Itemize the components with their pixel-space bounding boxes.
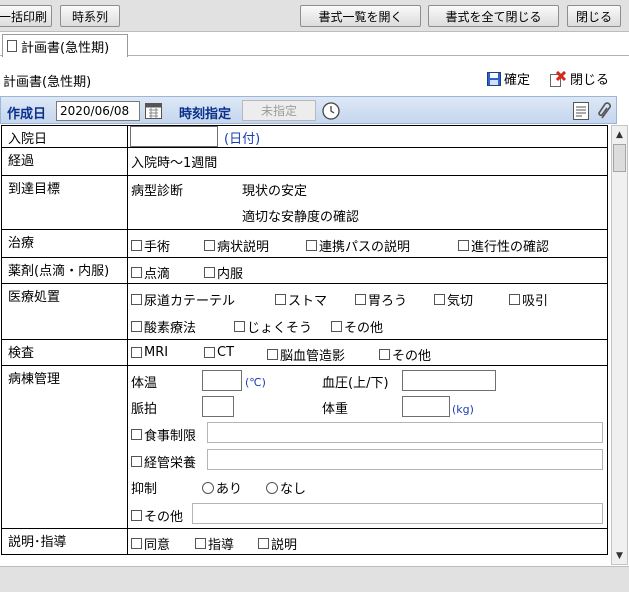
checkbox-explanation[interactable]: 説明 bbox=[258, 534, 297, 553]
row-admission: 入院日 (日付) bbox=[1, 126, 608, 148]
checkbox-guidance[interactable]: 指導 bbox=[195, 534, 234, 553]
treatment-label: 治療 bbox=[2, 230, 128, 257]
checkbox-condition-explain[interactable]: 病状説明 bbox=[204, 236, 269, 255]
checkbox-pressure-ulcer[interactable]: じょくそう bbox=[234, 317, 312, 336]
tab-bar: 計画書(急性期) bbox=[0, 32, 629, 57]
vertical-scrollbar[interactable]: ▲ ▼ bbox=[611, 125, 628, 565]
page-header: 計画書(急性期) 確定 閉じる bbox=[0, 57, 629, 95]
checkbox-suction[interactable]: 吸引 bbox=[509, 290, 548, 309]
checkbox-procedure-other[interactable]: その他 bbox=[331, 317, 383, 336]
tube-feeding-input[interactable] bbox=[207, 449, 603, 470]
created-date-input[interactable]: 2020/06/08 bbox=[56, 101, 140, 121]
top-toolbar: 一括印刷 時系列 書式一覧を開く 書式を全て閉じる 閉じる bbox=[0, 0, 629, 32]
checkbox-iv-drip[interactable]: 点滴 bbox=[131, 263, 170, 282]
blood-pressure-input[interactable] bbox=[402, 370, 496, 391]
temperature-unit: (℃) bbox=[245, 376, 266, 389]
checkbox-consent[interactable]: 同意 bbox=[131, 534, 170, 553]
goal-label: 到達目標 bbox=[2, 176, 128, 229]
goal-line-2: 適切な安静度の確認 bbox=[242, 210, 360, 225]
checkbox-exam-other[interactable]: その他 bbox=[379, 345, 431, 364]
close-all-forms-button[interactable]: 書式を全て閉じる bbox=[428, 5, 559, 27]
checkbox-tracheotomy[interactable]: 気切 bbox=[434, 290, 473, 309]
confirm-button[interactable]: 確定 bbox=[487, 69, 530, 88]
checkbox-ct[interactable]: CT bbox=[204, 345, 234, 360]
close-label: 閉じる bbox=[570, 73, 610, 88]
document-icon bbox=[7, 40, 17, 52]
page-title: 計画書(急性期) bbox=[3, 75, 92, 90]
checkbox-progress-check[interactable]: 進行性の確認 bbox=[458, 236, 549, 255]
exam-label: 検査 bbox=[2, 340, 128, 365]
pulse-label: 脈拍 bbox=[131, 402, 158, 417]
checkbox-tube-feeding[interactable]: 経管栄養 bbox=[131, 452, 196, 471]
date-suffix: (日付) bbox=[224, 132, 261, 147]
print-all-button[interactable]: 一括印刷 bbox=[0, 5, 52, 27]
row-exam: 検査 MRI CT 脳血管造影 その他 bbox=[1, 340, 608, 366]
save-icon bbox=[487, 71, 501, 86]
row-drug: 薬剤(点滴・内服) 点滴 内服 bbox=[1, 258, 608, 284]
checkbox-surgery[interactable]: 手術 bbox=[131, 236, 170, 255]
time-spec-label: 時刻指定 bbox=[179, 107, 232, 122]
notes-icon[interactable] bbox=[573, 102, 589, 120]
row-explanation: 説明･指導 同意 指導 説明 bbox=[1, 529, 608, 555]
blood-pressure-label: 血圧(上/下) bbox=[322, 376, 389, 391]
admission-label: 入院日 bbox=[2, 126, 128, 147]
checkbox-ward-other[interactable]: その他 bbox=[131, 506, 183, 525]
checkbox-angiography[interactable]: 脳血管造影 bbox=[267, 345, 345, 364]
tab-plan-acute[interactable]: 計画書(急性期) bbox=[2, 34, 128, 57]
checkbox-mri[interactable]: MRI bbox=[131, 345, 168, 360]
temperature-input[interactable] bbox=[202, 370, 242, 391]
row-treatment: 治療 手術 病状説明 連携パスの説明 進行性の確認 bbox=[1, 230, 608, 258]
ward-management-label: 病棟管理 bbox=[2, 366, 128, 528]
close-button[interactable]: 閉じる bbox=[567, 5, 621, 27]
checkbox-urinary-catheter[interactable]: 尿道カテーテル bbox=[131, 290, 235, 309]
checkbox-diet-restriction[interactable]: 食事制限 bbox=[131, 425, 196, 444]
checkbox-pathway-explain[interactable]: 連携パスの説明 bbox=[306, 236, 410, 255]
scroll-down-arrow-icon[interactable]: ▼ bbox=[612, 547, 627, 564]
temperature-label: 体温 bbox=[131, 376, 158, 391]
course-value: 入院時～1週間 bbox=[131, 156, 218, 171]
footer-bar bbox=[0, 566, 629, 592]
date-bar: 作成日 2020/06/08 時刻指定 未指定 bbox=[0, 96, 617, 124]
row-goal: 到達目標 病型診断 現状の安定 適切な安静度の確認 bbox=[1, 176, 608, 230]
row-course: 経過 入院時～1週間 bbox=[1, 148, 608, 176]
ward-other-input[interactable] bbox=[192, 503, 603, 524]
row-medical-procedure: 医療処置 尿道カテーテル ストマ 胃ろう 気切 吸引 酸素療法 じょくそう その… bbox=[1, 284, 608, 340]
form-close-button[interactable]: 閉じる bbox=[549, 69, 609, 88]
pulse-input[interactable] bbox=[202, 396, 234, 417]
course-label: 経過 bbox=[2, 148, 128, 175]
clock-icon[interactable] bbox=[322, 102, 340, 120]
drug-label: 薬剤(点滴・内服) bbox=[2, 258, 128, 283]
open-form-list-button[interactable]: 書式一覧を開く bbox=[300, 5, 421, 27]
medical-procedure-label: 医療処置 bbox=[2, 284, 128, 339]
radio-restraint-yes[interactable]: あり bbox=[202, 478, 242, 497]
tab-label: 計画書(急性期) bbox=[21, 40, 110, 56]
time-spec-button[interactable]: 未指定 bbox=[242, 100, 316, 121]
goal-line-1: 現状の安定 bbox=[242, 184, 308, 199]
diet-restriction-input[interactable] bbox=[207, 422, 603, 443]
scroll-up-arrow-icon[interactable]: ▲ bbox=[612, 126, 627, 143]
created-date-label: 作成日 bbox=[7, 107, 47, 122]
radio-restraint-no[interactable]: なし bbox=[266, 478, 306, 497]
scroll-thumb[interactable] bbox=[613, 144, 626, 172]
calendar-icon[interactable] bbox=[145, 102, 162, 119]
timeline-button[interactable]: 時系列 bbox=[60, 5, 120, 27]
weight-unit: (kg) bbox=[452, 403, 474, 416]
checkbox-gastrostomy[interactable]: 胃ろう bbox=[355, 290, 407, 309]
weight-input[interactable] bbox=[402, 396, 450, 417]
weight-label: 体重 bbox=[322, 402, 349, 417]
restraint-label: 抑制 bbox=[131, 482, 158, 497]
goal-subheading: 病型診断 bbox=[131, 184, 184, 199]
checkbox-oral[interactable]: 内服 bbox=[204, 263, 243, 282]
attachment-icon[interactable] bbox=[597, 101, 613, 121]
admission-date-input[interactable] bbox=[130, 126, 218, 147]
row-ward-management: 病棟管理 体温 (℃) 血圧(上/下) 脈拍 体重 (kg) 食事制限 経管栄養… bbox=[1, 366, 608, 529]
explanation-label: 説明･指導 bbox=[2, 529, 128, 554]
close-doc-icon bbox=[550, 70, 567, 87]
form-grid: 入院日 (日付) 経過 入院時～1週間 到達目標 病型診断 現状の安定 適切な安… bbox=[1, 125, 608, 555]
confirm-label: 確定 bbox=[504, 73, 531, 88]
checkbox-oxygen-therapy[interactable]: 酸素療法 bbox=[131, 317, 196, 336]
checkbox-stoma[interactable]: ストマ bbox=[275, 290, 327, 309]
